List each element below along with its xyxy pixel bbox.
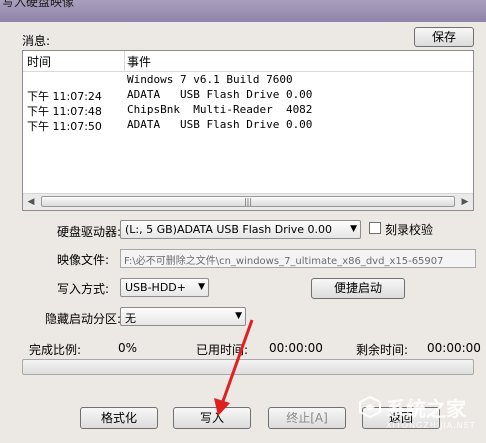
arrow-line [220,319,254,405]
annotation-arrow [214,319,254,416]
watermark-logo-icon [359,395,381,419]
arrow-head [214,398,230,416]
watermark-text: 系统之家 [386,397,466,421]
watermark-url: XITONGZHIJIA.NET [386,421,476,430]
